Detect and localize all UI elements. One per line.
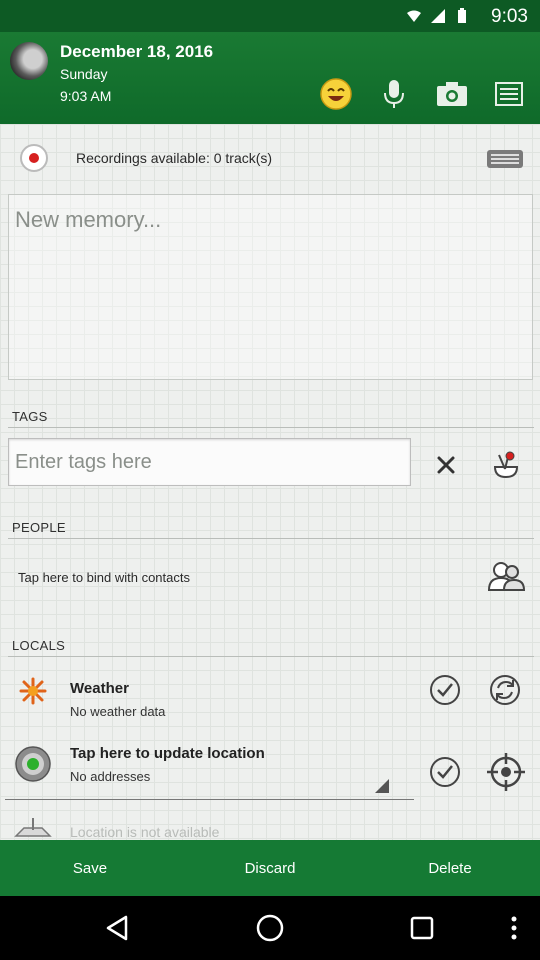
location-underline [5,799,414,800]
bind-contacts-link[interactable]: Tap here to bind with contacts [18,570,190,585]
delete-button[interactable]: Delete [360,840,540,896]
entry-day: Sunday [60,66,108,82]
action-bar: Save Discard Delete [0,840,540,896]
location-radar-icon[interactable] [14,745,52,783]
weather-status: No weather data [70,704,166,719]
dropdown-corner-icon[interactable] [374,778,390,794]
save-button[interactable]: Save [0,840,180,896]
recordings-list-icon[interactable] [486,148,524,175]
recents-icon[interactable] [404,910,440,946]
tags-input[interactable]: Enter tags here [8,438,411,486]
weather-icon [16,674,50,708]
update-location-link[interactable]: Tap here to update location [70,745,265,762]
tags-divider [8,427,534,428]
weather-check-icon[interactable] [428,673,462,707]
record-icon[interactable] [20,144,48,172]
locals-section-label: LOCALS [12,638,66,653]
people-section-label: PEOPLE [12,520,66,535]
location-check-icon[interactable] [428,755,462,789]
recordings-row[interactable]: Recordings available: 0 track(s) [0,134,540,182]
locate-target-icon[interactable] [486,751,526,793]
status-bar: 9:03 [0,0,540,32]
microphone-icon[interactable] [376,76,412,112]
tags-section-label: TAGS [12,409,48,424]
tag-picker-icon[interactable] [486,444,526,484]
entry-time[interactable]: 9:03 AM [60,88,111,104]
wifi-icon [406,8,422,24]
status-time: 9:03 [491,6,528,27]
memory-textarea[interactable]: New memory... [8,194,533,380]
weather-title[interactable]: Weather [70,680,129,697]
entry-header: December 18, 2016 Sunday 9:03 AM [0,32,540,124]
back-icon[interactable] [100,910,136,946]
tags-placeholder: Enter tags here [15,451,152,473]
system-indicators [406,8,470,24]
discard-button[interactable]: Discard [180,840,360,896]
camera-icon[interactable] [434,76,470,112]
overflow-menu-icon[interactable] [496,910,532,946]
location-addresses: No addresses [70,769,151,784]
entry-date[interactable]: December 18, 2016 [60,42,213,62]
memory-placeholder: New memory... [15,207,162,232]
locals-divider [8,656,534,657]
system-nav-bar [0,896,540,960]
recordings-label: Recordings available: 0 track(s) [76,150,273,166]
emoji-icon[interactable] [318,76,354,112]
people-divider [8,538,534,539]
moon-icon[interactable] [10,42,48,80]
menu-icon[interactable] [491,76,527,112]
map-pin-icon [14,816,52,840]
home-icon[interactable] [252,910,288,946]
location-status: Location is not available [70,824,220,840]
entry-content: Recordings available: 0 track(s) New mem… [0,124,540,840]
signal-icon [430,8,446,24]
battery-icon [454,8,470,24]
refresh-weather-icon[interactable] [488,673,522,707]
contacts-icon[interactable] [484,556,528,596]
clear-tags-icon[interactable] [428,448,464,482]
